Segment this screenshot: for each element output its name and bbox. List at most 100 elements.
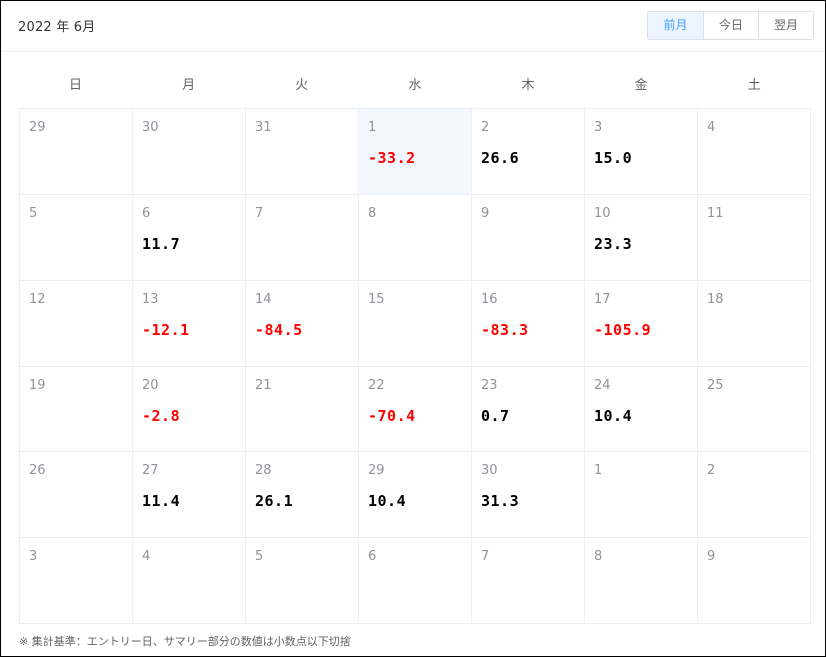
calendar-day-cell[interactable]: 18 bbox=[698, 280, 811, 367]
calendar-day-cell[interactable]: 4 bbox=[698, 109, 811, 195]
calendar-day-cell[interactable]: 21 bbox=[246, 366, 359, 453]
day-number: 20 bbox=[142, 377, 159, 393]
calendar-day-cell[interactable]: 5 bbox=[246, 538, 359, 624]
calendar-day-cell[interactable]: 10 23.3 bbox=[585, 194, 698, 281]
calendar-day-cell[interactable]: 1 bbox=[585, 452, 698, 539]
calendar-day-cell[interactable]: 22 -70.4 bbox=[359, 366, 472, 453]
day-summary-value: -70.4 bbox=[368, 406, 416, 425]
day-number: 1 bbox=[368, 120, 377, 135]
day-number: 5 bbox=[255, 549, 264, 565]
day-number: 27 bbox=[142, 463, 159, 479]
today-button[interactable]: 今日 bbox=[703, 12, 758, 39]
day-number: 2 bbox=[481, 120, 490, 135]
day-number: 15 bbox=[368, 291, 385, 307]
month-title: 2022 年 6月 bbox=[18, 20, 96, 35]
calendar-day-cell[interactable]: 5 bbox=[20, 194, 133, 281]
calendar-day-cell[interactable]: 13 -12.1 bbox=[133, 280, 246, 367]
day-summary-value: -33.2 bbox=[368, 149, 416, 167]
day-number: 28 bbox=[255, 463, 272, 479]
calendar-day-cell[interactable]: 6 bbox=[359, 538, 472, 624]
day-summary-value: 11.4 bbox=[142, 492, 181, 511]
day-summary-value: -83.3 bbox=[481, 320, 529, 339]
day-number: 29 bbox=[29, 120, 46, 135]
day-number: 18 bbox=[707, 291, 724, 307]
day-summary-value: 10.4 bbox=[368, 492, 407, 511]
calendar-day-cell[interactable]: 15 bbox=[359, 280, 472, 367]
day-number: 14 bbox=[255, 291, 272, 307]
day-number: 8 bbox=[368, 205, 377, 221]
weekday-thu: 木 bbox=[521, 78, 535, 93]
calendar-day-cell[interactable]: 7 bbox=[246, 194, 359, 281]
calendar-day-cell[interactable]: 28 26.1 bbox=[246, 452, 359, 539]
calendar-day-cell[interactable]: 9 bbox=[698, 538, 811, 624]
day-summary-value: 11.7 bbox=[142, 234, 181, 253]
day-number: 30 bbox=[481, 463, 498, 479]
next-month-button[interactable]: 翌月 bbox=[758, 12, 813, 39]
day-number: 16 bbox=[481, 291, 498, 307]
day-number: 9 bbox=[707, 549, 716, 565]
calendar-day-cell[interactable]: 26 bbox=[20, 452, 133, 539]
calendar-day-cell[interactable]: 7 bbox=[472, 538, 585, 624]
day-summary-value: 23.3 bbox=[594, 234, 633, 253]
day-number: 7 bbox=[481, 549, 490, 565]
calendar-day-cell[interactable]: 23 0.7 bbox=[472, 366, 585, 453]
day-number: 4 bbox=[707, 120, 716, 135]
calendar-day-cell[interactable]: 17 -105.9 bbox=[585, 280, 698, 367]
weekday-wed: 水 bbox=[408, 78, 422, 93]
day-number: 5 bbox=[29, 205, 38, 221]
calendar-day-cell[interactable]: 31 bbox=[246, 109, 359, 195]
day-number: 31 bbox=[255, 120, 272, 135]
calendar-day-cell[interactable]: 9 bbox=[472, 194, 585, 281]
day-number: 11 bbox=[707, 205, 724, 221]
weekday-sat: 土 bbox=[747, 78, 761, 93]
weekday-header-row: 日 月 火 水 木 金 土 bbox=[19, 66, 811, 106]
day-number: 24 bbox=[594, 377, 611, 393]
calendar-header: 2022 年 6月 前月 今日 翌月 bbox=[1, 1, 825, 52]
day-number: 22 bbox=[368, 377, 385, 393]
calendar-day-cell[interactable]: 3 bbox=[20, 538, 133, 624]
day-summary-value: 15.0 bbox=[594, 149, 633, 167]
calendar-day-cell[interactable]: 14 -84.5 bbox=[246, 280, 359, 367]
calendar-day-cell[interactable]: 6 11.7 bbox=[133, 194, 246, 281]
calendar-day-cell[interactable]: 30 bbox=[133, 109, 246, 195]
weekday-tue: 火 bbox=[295, 78, 309, 93]
weekday-sun: 日 bbox=[69, 78, 83, 93]
calendar-day-cell[interactable]: 11 bbox=[698, 194, 811, 281]
calendar-day-cell[interactable]: 1 -33.2 bbox=[359, 109, 472, 195]
day-number: 12 bbox=[29, 291, 46, 307]
calendar-grid: 29 30 31 1 -33.2 2 26.6 3 15.0 4 5 6 11.7 7 8 9 10 23.3 11… bbox=[19, 108, 811, 624]
weekday-fri: 金 bbox=[634, 78, 648, 93]
day-number: 6 bbox=[368, 549, 377, 565]
calendar-day-cell[interactable]: 4 bbox=[133, 538, 246, 624]
calendar-day-cell[interactable]: 12 bbox=[20, 280, 133, 367]
month-nav-button-group: 前月 今日 翌月 bbox=[647, 11, 814, 40]
day-summary-value: -105.9 bbox=[594, 320, 652, 339]
prev-month-button[interactable]: 前月 bbox=[648, 12, 703, 39]
day-number: 10 bbox=[594, 205, 611, 221]
day-summary-value: 26.6 bbox=[481, 149, 520, 167]
day-number: 25 bbox=[707, 377, 724, 393]
calendar-day-cell[interactable]: 16 -83.3 bbox=[472, 280, 585, 367]
calendar-day-cell[interactable]: 27 11.4 bbox=[133, 452, 246, 539]
calendar-day-cell[interactable]: 2 bbox=[698, 452, 811, 539]
day-number: 17 bbox=[594, 291, 611, 307]
calendar-day-cell[interactable]: 25 bbox=[698, 366, 811, 453]
day-number: 30 bbox=[142, 120, 159, 135]
calendar-day-cell[interactable]: 8 bbox=[585, 538, 698, 624]
day-number: 3 bbox=[29, 549, 38, 565]
day-summary-value: 31.3 bbox=[481, 492, 520, 511]
calendar-day-cell[interactable]: 2 26.6 bbox=[472, 109, 585, 195]
weekday-mon: 月 bbox=[182, 78, 196, 93]
calendar-day-cell[interactable]: 8 bbox=[359, 194, 472, 281]
calendar-day-cell[interactable]: 29 bbox=[20, 109, 133, 195]
calendar-day-cell[interactable]: 3 15.0 bbox=[585, 109, 698, 195]
calendar-day-cell[interactable]: 30 31.3 bbox=[472, 452, 585, 539]
calendar-day-cell[interactable]: 29 10.4 bbox=[359, 452, 472, 539]
calendar-day-cell[interactable]: 19 bbox=[20, 366, 133, 453]
day-number: 8 bbox=[594, 549, 603, 565]
calendar-day-cell[interactable]: 20 -2.8 bbox=[133, 366, 246, 453]
aggregation-note: ※ 集計基準：エントリー日、サマリー部分の数値は小数点以下切捨 bbox=[19, 635, 351, 648]
day-number: 3 bbox=[594, 120, 603, 135]
day-summary-value: -12.1 bbox=[142, 320, 190, 339]
calendar-day-cell[interactable]: 24 10.4 bbox=[585, 366, 698, 453]
